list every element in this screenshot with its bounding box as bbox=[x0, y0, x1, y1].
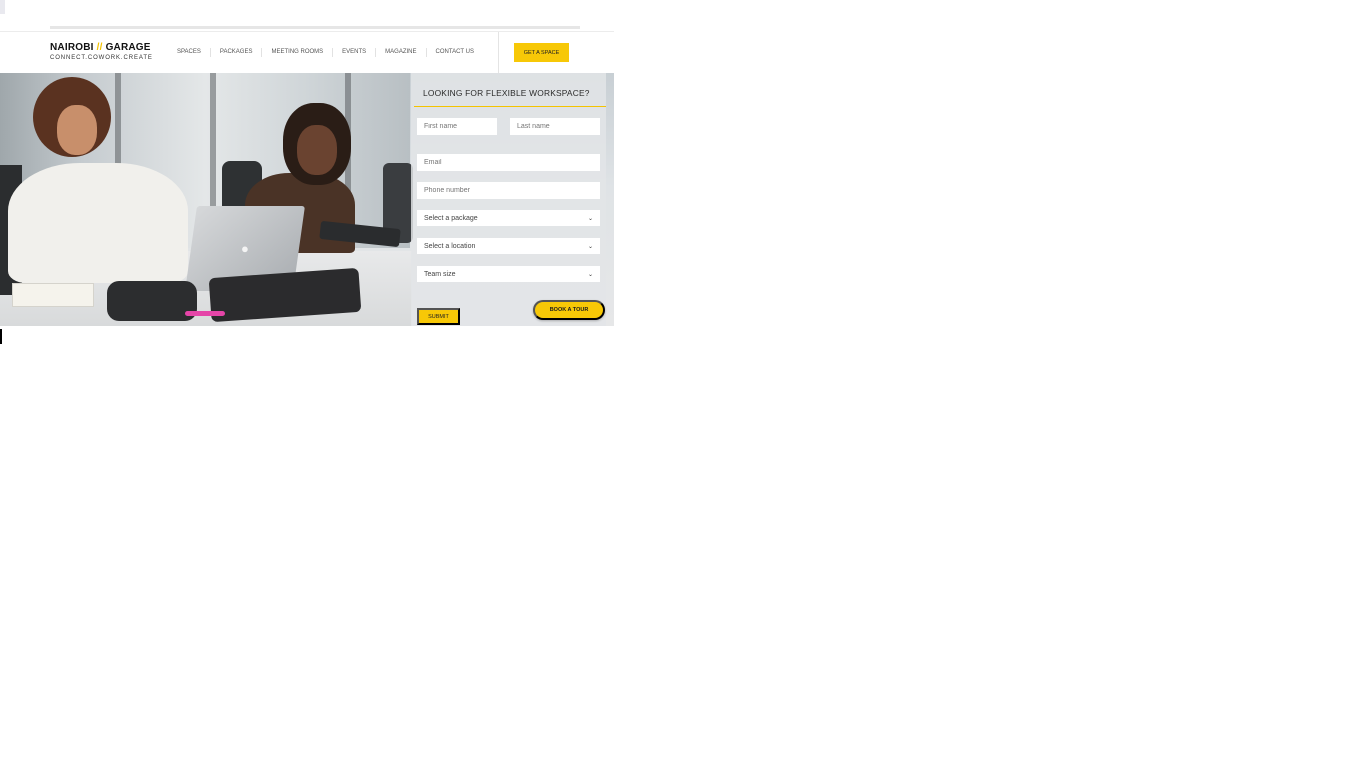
photo-pouch bbox=[107, 281, 197, 321]
chevron-down-icon: ⌄ bbox=[587, 243, 593, 250]
logo-word-2: GARAGE bbox=[105, 42, 151, 53]
site-header: NAIROBI // GARAGE CONNECT.COWORK.CREATE … bbox=[0, 31, 614, 74]
nav-item-meeting-rooms[interactable]: MEETING ROOMS bbox=[262, 48, 334, 57]
address-bar[interactable] bbox=[50, 26, 580, 29]
chevron-down-icon: ⌄ bbox=[587, 215, 593, 222]
apple-logo-icon: ● bbox=[241, 241, 249, 256]
team-size-select[interactable]: Team size ⌄ bbox=[417, 266, 600, 282]
browser-viewport: NAIROBI // GARAGE CONNECT.COWORK.CREATE … bbox=[0, 0, 614, 326]
nav-item-spaces[interactable]: SPACES bbox=[168, 48, 211, 57]
text-cursor bbox=[0, 329, 2, 344]
photo-person-body bbox=[8, 163, 188, 283]
submit-button[interactable]: SUBMIT bbox=[417, 308, 460, 325]
main-nav: SPACES PACKAGES MEETING ROOMS EVENTS MAG… bbox=[168, 48, 483, 57]
site-logo[interactable]: NAIROBI // GARAGE CONNECT.COWORK.CREATE bbox=[50, 42, 153, 61]
logo-name: NAIROBI // GARAGE bbox=[50, 42, 153, 53]
location-select-value: Select a location bbox=[424, 242, 476, 250]
logo-tagline: CONNECT.COWORK.CREATE bbox=[50, 55, 153, 61]
logo-separator: // bbox=[96, 42, 103, 53]
nav-divider bbox=[498, 32, 499, 74]
hero-section: ● LOOKING FOR FLEXIBLE WORKSPACE? Select… bbox=[0, 73, 614, 326]
package-select-value: Select a package bbox=[424, 214, 478, 222]
window-corner bbox=[0, 0, 5, 14]
photo-pen bbox=[185, 311, 225, 316]
browser-top-bar bbox=[0, 0, 614, 31]
get-a-space-button[interactable]: GET A SPACE bbox=[514, 43, 569, 62]
nav-item-events[interactable]: EVENTS bbox=[333, 48, 377, 57]
book-a-tour-button[interactable]: BOOK A TOUR bbox=[533, 300, 605, 320]
enquiry-form: LOOKING FOR FLEXIBLE WORKSPACE? Select a… bbox=[411, 73, 606, 326]
photo-person-face bbox=[297, 125, 337, 175]
first-name-field[interactable] bbox=[417, 118, 497, 135]
nav-item-magazine[interactable]: MAGAZINE bbox=[376, 48, 427, 57]
package-select[interactable]: Select a package ⌄ bbox=[417, 210, 600, 226]
team-size-select-value: Team size bbox=[424, 270, 456, 278]
email-field[interactable] bbox=[417, 154, 600, 171]
photo-notebook bbox=[12, 283, 94, 307]
last-name-field[interactable] bbox=[510, 118, 600, 135]
logo-word-1: NAIROBI bbox=[50, 42, 94, 53]
form-title-underline bbox=[414, 106, 606, 107]
form-title: LOOKING FOR FLEXIBLE WORKSPACE? bbox=[423, 88, 590, 98]
location-select[interactable]: Select a location ⌄ bbox=[417, 238, 600, 254]
chevron-down-icon: ⌄ bbox=[587, 271, 593, 278]
nav-item-contact-us[interactable]: CONTACT US bbox=[427, 48, 483, 57]
nav-item-packages[interactable]: PACKAGES bbox=[211, 48, 263, 57]
photo-person-face bbox=[57, 105, 97, 155]
phone-field[interactable] bbox=[417, 182, 600, 199]
